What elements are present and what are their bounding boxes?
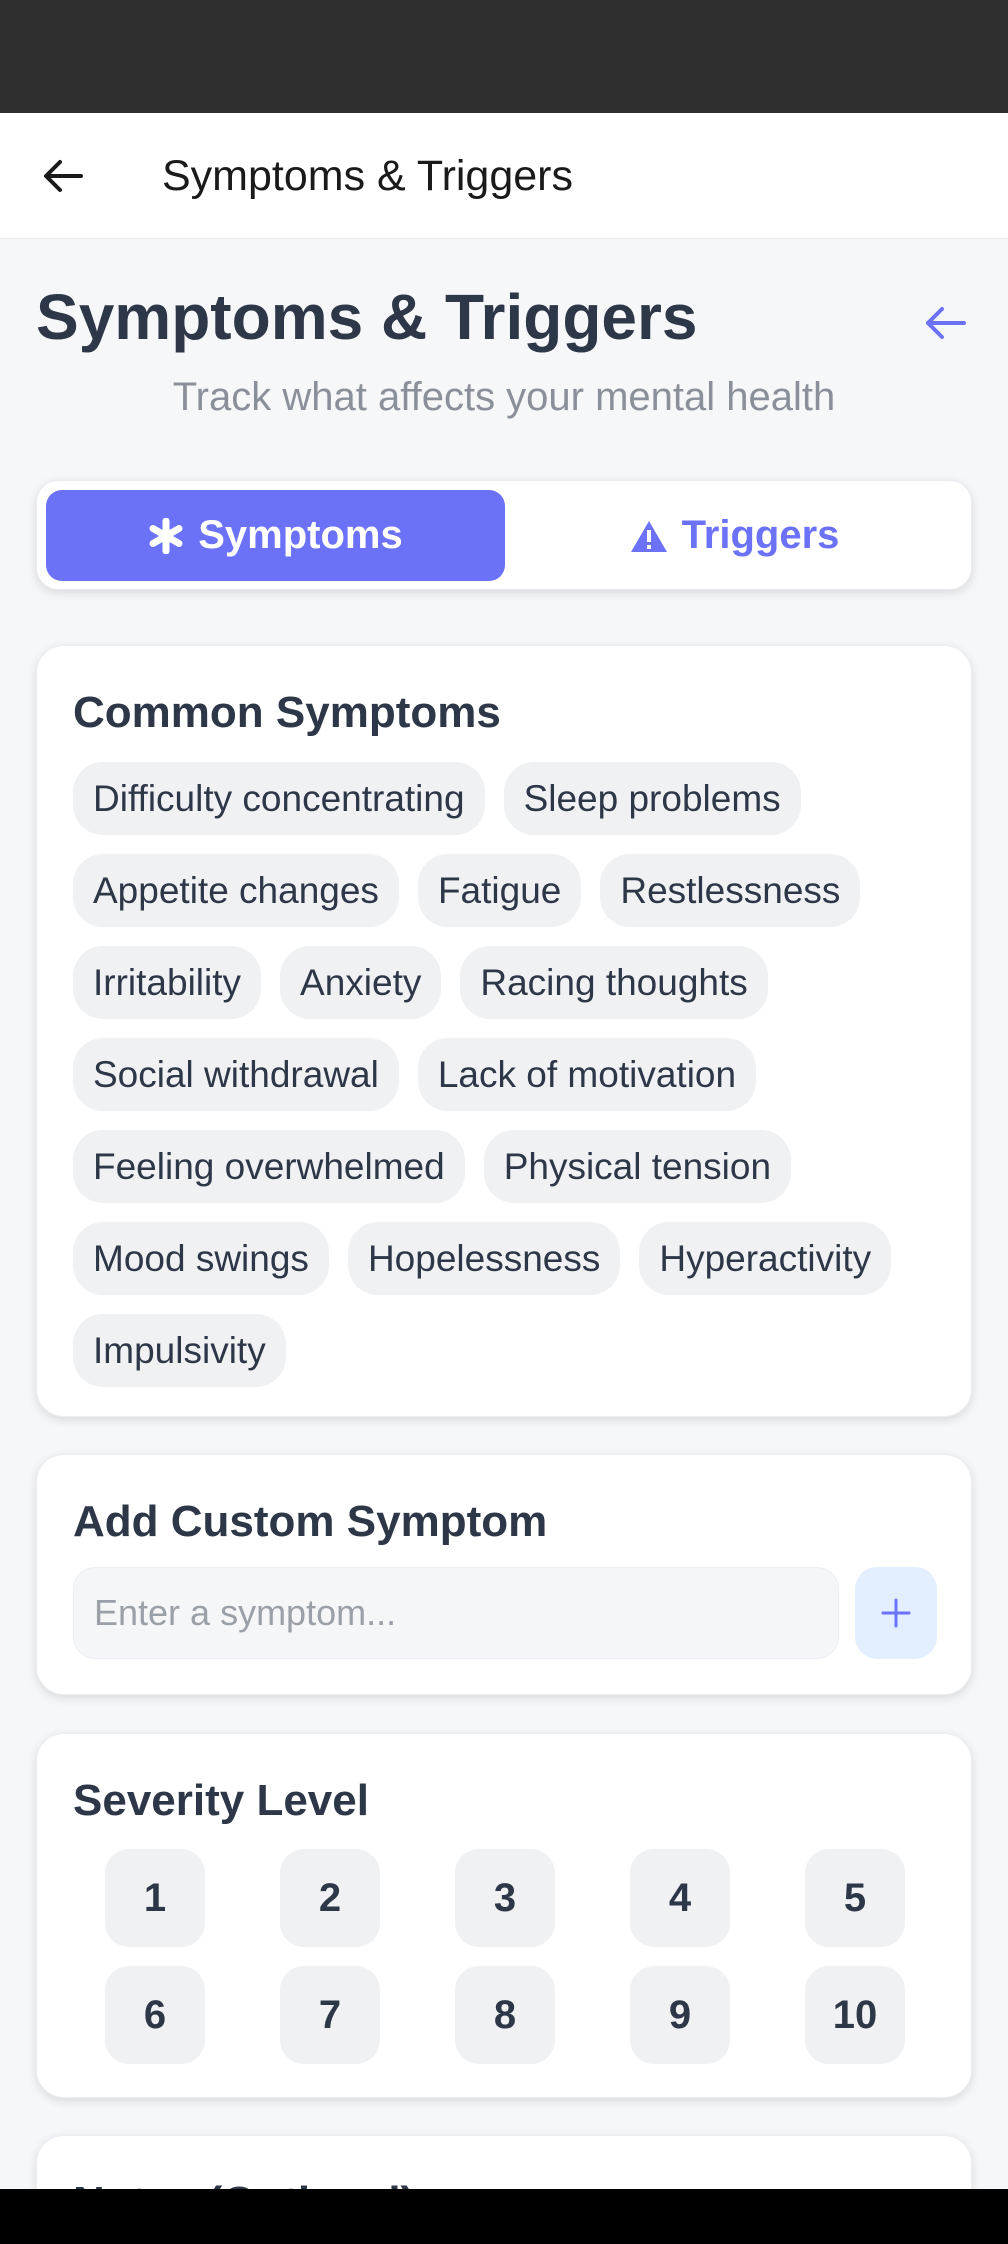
symptom-input[interactable] <box>74 1568 838 1658</box>
severity-option[interactable]: 7 <box>280 1966 380 2064</box>
severity-option[interactable]: 8 <box>455 1966 555 2064</box>
symptom-chip[interactable]: Sleep problems <box>503 762 801 835</box>
tab-triggers-label: Triggers <box>681 513 840 557</box>
symptom-chip[interactable]: Mood swings <box>73 1222 329 1295</box>
symptom-chip[interactable]: Feeling overwhelmed <box>73 1130 465 1203</box>
app-bar-title: Symptoms & Triggers <box>162 151 573 200</box>
symptom-chip[interactable]: Hyperactivity <box>639 1222 892 1295</box>
severity-option[interactable]: 10 <box>805 1966 905 2064</box>
severity-option[interactable]: 5 <box>805 1849 905 1947</box>
custom-symptom-title: Add Custom Symptom <box>73 1497 548 1546</box>
symptom-chip[interactable]: Racing thoughts <box>460 946 768 1019</box>
tab-triggers[interactable]: Triggers <box>505 490 964 581</box>
severity-option[interactable]: 6 <box>105 1966 205 2064</box>
page-title: Symptoms & Triggers <box>36 281 698 353</box>
symptom-chip[interactable]: Restlessness <box>600 854 861 927</box>
asterisk-icon <box>149 517 183 554</box>
symptom-chip[interactable]: Appetite changes <box>73 854 399 927</box>
header-back-button[interactable] <box>918 298 972 348</box>
common-symptoms-title: Common Symptoms <box>73 688 501 737</box>
navigation-bar <box>0 2189 1008 2244</box>
symptom-chip[interactable]: Hopelessness <box>347 1222 621 1295</box>
page-subtitle: Track what affects your mental health <box>172 375 836 419</box>
severity-option[interactable]: 2 <box>280 1849 380 1947</box>
tab-symptoms[interactable]: Symptoms <box>46 490 505 581</box>
arrow-left-icon <box>926 307 966 339</box>
symptom-input-wrapper <box>73 1567 839 1659</box>
app-bar: Symptoms & Triggers <box>0 113 1008 239</box>
symptom-chip[interactable]: Social withdrawal <box>73 1038 399 1111</box>
severity-grid: 1 2 3 4 5 6 7 8 9 10 <box>105 1849 945 2064</box>
severity-option[interactable]: 3 <box>455 1849 555 1947</box>
severity-option[interactable]: 1 <box>105 1849 205 1947</box>
symptom-chip[interactable]: Fatigue <box>417 854 582 927</box>
plus-icon <box>881 1598 911 1628</box>
arrow-left-icon <box>44 160 83 192</box>
common-symptoms-card: Common Symptoms Difficulty concentrating… <box>36 645 972 1417</box>
tab-switcher: Symptoms Triggers <box>36 480 972 590</box>
severity-option[interactable]: 9 <box>630 1966 730 2064</box>
symptom-chip[interactable]: Physical tension <box>483 1130 792 1203</box>
symptom-chip-list: Difficulty concentrating Sleep problems … <box>73 762 943 1387</box>
symptom-chip[interactable]: Anxiety <box>280 946 442 1019</box>
severity-card: Severity Level 1 2 3 4 5 6 7 8 9 10 <box>36 1733 972 2098</box>
severity-option[interactable]: 4 <box>630 1849 730 1947</box>
status-bar <box>0 0 1008 113</box>
tab-symptoms-label: Symptoms <box>198 513 403 557</box>
symptom-chip[interactable]: Lack of motivation <box>417 1038 757 1111</box>
warning-icon <box>630 520 667 552</box>
symptom-chip[interactable]: Irritability <box>73 946 262 1019</box>
symptom-chip[interactable]: Difficulty concentrating <box>73 762 485 835</box>
custom-symptom-card: Add Custom Symptom <box>36 1454 972 1695</box>
symptom-chip[interactable]: Impulsivity <box>73 1314 286 1387</box>
add-symptom-button[interactable] <box>855 1567 937 1659</box>
severity-title: Severity Level <box>73 1776 369 1825</box>
back-button[interactable] <box>36 153 90 199</box>
